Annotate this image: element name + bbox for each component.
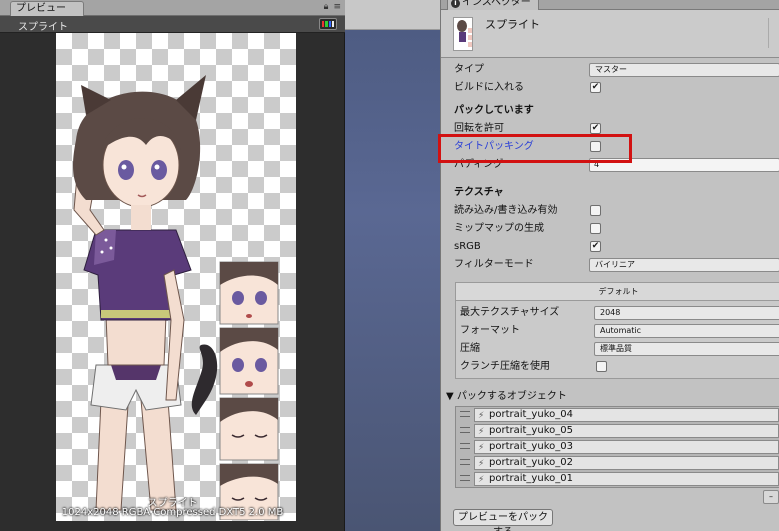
object-field[interactable]: ⚡ portrait_yuko_04 xyxy=(474,408,779,422)
drag-handle-icon[interactable] xyxy=(460,443,470,449)
format-dropdown[interactable]: Automatic xyxy=(594,324,779,338)
scene-toolbar xyxy=(345,0,777,30)
format-label: フォーマット xyxy=(460,325,520,336)
include-in-build-checkbox[interactable] xyxy=(590,82,601,93)
list-remove-button[interactable]: – xyxy=(763,490,779,504)
object-field[interactable]: ⚡ portrait_yuko_01 xyxy=(474,472,779,486)
preview-caption-info: 1024x2048 RGBA Compressed DXT5 2.0 MB xyxy=(61,507,284,518)
sprite-image xyxy=(73,75,279,520)
list-item[interactable]: ⚡ portrait_yuko_05 xyxy=(456,423,779,439)
header-scrollbar xyxy=(768,18,779,48)
sprite-icon: ⚡ xyxy=(478,443,485,453)
read-write-checkbox[interactable] xyxy=(590,205,601,216)
object-name: portrait_yuko_01 xyxy=(489,473,573,484)
sprite-thumbnail xyxy=(453,17,473,51)
sprite-icon: ⚡ xyxy=(478,459,485,469)
preview-tab[interactable]: プレビュー xyxy=(10,1,84,16)
list-item[interactable]: ⚡ portrait_yuko_02 xyxy=(456,455,779,471)
object-field[interactable]: ⚡ portrait_yuko_02 xyxy=(474,456,779,470)
pack-preview-button[interactable]: プレビューをパックする xyxy=(453,509,553,531)
sprite-icon: ⚡ xyxy=(478,411,485,421)
type-label: タイプ xyxy=(454,64,484,75)
inspector-title: スプライト xyxy=(485,18,540,31)
mipmap-label: ミップマップの生成 xyxy=(454,223,544,234)
object-name: portrait_yuko_04 xyxy=(489,409,573,420)
color-channel-icon[interactable] xyxy=(319,18,337,30)
lock-icon[interactable]: 🔒︎ xyxy=(324,2,329,13)
pack-objects-label: パックするオブジェクト xyxy=(456,391,567,402)
preview-tab-icons: 🔒︎ ≡ xyxy=(324,2,341,13)
compression-dropdown[interactable]: 標準品質 xyxy=(594,342,779,356)
object-field[interactable]: ⚡ portrait_yuko_03 xyxy=(474,440,779,454)
srgb-label: sRGB xyxy=(454,241,481,252)
preview-panel: プレビュー 🔒︎ ≡ スプライト スプライト 1024x2048 RGBA Co… xyxy=(0,0,345,531)
inspector-panel: i インスペクター スプライト タイプ マスター ビルドに入れる パックしていま… xyxy=(438,0,779,531)
drag-handle-icon[interactable] xyxy=(460,475,470,481)
menu-icon[interactable]: ≡ xyxy=(333,2,341,13)
mipmap-checkbox[interactable] xyxy=(590,223,601,234)
object-name: portrait_yuko_03 xyxy=(489,441,573,452)
platform-settings-box: デフォルト 最大テクスチャサイズ 2048 フォーマット Automatic 圧… xyxy=(455,282,779,379)
read-write-label: 読み込み/書き込み有効 xyxy=(454,205,558,216)
face-portrait-stack xyxy=(219,261,279,520)
drag-handle-icon[interactable] xyxy=(460,427,470,433)
foldout-arrow-icon: ▼ xyxy=(446,391,454,402)
preview-titlebar: スプライト xyxy=(0,16,345,33)
compression-label: 圧縮 xyxy=(460,343,480,354)
filter-mode-label: フィルターモード xyxy=(454,259,534,270)
srgb-checkbox[interactable] xyxy=(590,241,601,252)
pack-objects-list: ⚡ portrait_yuko_04 ⚡ portrait_yuko_05 ⚡ por… xyxy=(455,406,779,488)
filter-mode-dropdown[interactable]: バイリニア xyxy=(589,258,779,272)
inspector-header: スプライト xyxy=(441,10,779,58)
packing-section-title: パックしています xyxy=(454,105,534,116)
type-dropdown[interactable]: マスター xyxy=(589,63,779,77)
preview-tabbar: プレビュー 🔒︎ ≡ xyxy=(0,0,345,16)
allow-rotation-checkbox[interactable] xyxy=(590,123,601,134)
pack-objects-header[interactable]: ▼ パックするオブジェクト xyxy=(446,387,567,402)
drag-handle-icon[interactable] xyxy=(460,411,470,417)
tab-default[interactable]: デフォルト xyxy=(456,283,779,301)
object-name: portrait_yuko_02 xyxy=(489,457,573,468)
list-item[interactable]: ⚡ portrait_yuko_03 xyxy=(456,439,779,455)
list-item[interactable]: ⚡ portrait_yuko_01 xyxy=(456,471,779,487)
list-item[interactable]: ⚡ portrait_yuko_04 xyxy=(456,407,779,423)
info-icon: i xyxy=(451,0,460,8)
scene-view-background xyxy=(345,0,440,531)
preview-title: スプライト xyxy=(18,22,68,33)
object-field[interactable]: ⚡ portrait_yuko_05 xyxy=(474,424,779,438)
max-size-label: 最大テクスチャサイズ xyxy=(460,307,560,318)
inspector-tab[interactable]: i インスペクター xyxy=(447,0,539,10)
texture-section-title: テクスチャ xyxy=(454,187,504,198)
sprite-icon: ⚡ xyxy=(478,475,485,485)
object-name: portrait_yuko_05 xyxy=(489,425,573,436)
highlight-box xyxy=(438,134,632,163)
drag-handle-icon[interactable] xyxy=(460,459,470,465)
include-in-build-label: ビルドに入れる xyxy=(454,82,524,93)
crunch-label: クランチ圧縮を使用 xyxy=(460,361,550,372)
inspector-tab-label: インスペクター xyxy=(462,0,531,8)
sprite-icon: ⚡ xyxy=(478,427,485,437)
crunch-checkbox[interactable] xyxy=(596,361,607,372)
max-size-dropdown[interactable]: 2048 xyxy=(594,306,779,320)
inspector-tabbar: i インスペクター xyxy=(441,0,779,10)
